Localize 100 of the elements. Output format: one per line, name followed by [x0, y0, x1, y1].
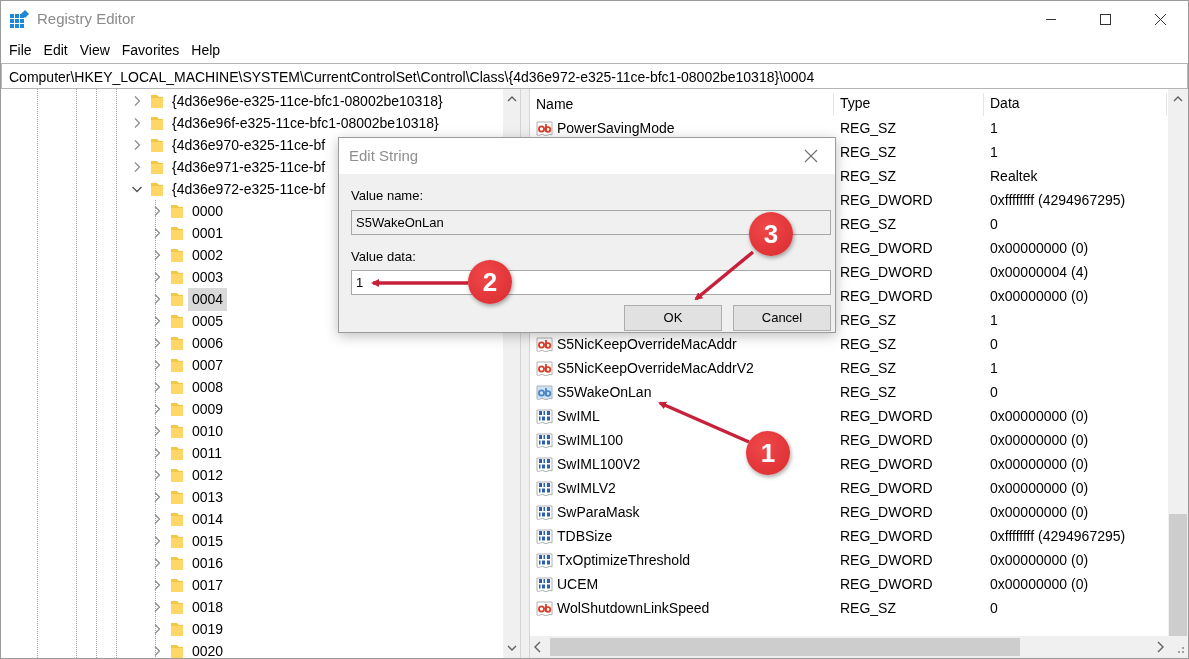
- column-header[interactable]: Data: [984, 93, 1167, 116]
- value-type: REG_SZ: [839, 166, 897, 186]
- tree-item[interactable]: 0007: [188, 353, 228, 377]
- tree-item[interactable]: 0016: [188, 551, 228, 575]
- horizontal-scrollbar[interactable]: [530, 636, 1188, 658]
- tree-item[interactable]: 0013: [188, 485, 228, 509]
- folder-icon: [170, 203, 184, 219]
- tree-item[interactable]: 0000: [188, 199, 228, 223]
- menu-item[interactable]: File: [3, 39, 38, 61]
- tree-item[interactable]: 0020: [188, 639, 228, 658]
- value-name[interactable]: S5WakeOnLan: [557, 381, 652, 403]
- tree-item[interactable]: 0004: [188, 287, 228, 311]
- tree-item[interactable]: {4d36e96e-e325-11ce-bfc1-08002be10318}: [168, 89, 447, 113]
- value-type: REG_DWORD: [839, 262, 934, 282]
- tree-item[interactable]: {4d36e972-e325-11ce-bf: [168, 177, 330, 201]
- tree-item[interactable]: 0002: [188, 243, 228, 267]
- tree-item[interactable]: 0018: [188, 595, 228, 619]
- folder-icon: [170, 423, 184, 439]
- value-name[interactable]: SwIML100: [557, 429, 624, 451]
- tree-item[interactable]: 0008: [188, 375, 228, 399]
- menu-item[interactable]: View: [73, 39, 116, 61]
- value-name[interactable]: S5NicKeepOverrideMacAddr: [557, 333, 737, 355]
- value-name[interactable]: SwIML100V2: [557, 453, 641, 475]
- value-type: REG_DWORD: [839, 550, 934, 570]
- folder-icon: [150, 115, 164, 131]
- value-type: REG_DWORD: [839, 190, 934, 210]
- value-data: 0xffffffff (4294967295): [989, 526, 1127, 546]
- address-bar[interactable]: Computer\HKEY_LOCAL_MACHINE\SYSTEM\CurrentControlSet\Control\Class\{4d36e972-e325-11ce-bfc1-08002be10318}\0004: [1, 63, 1188, 89]
- value-name[interactable]: SwParaMask: [557, 501, 640, 523]
- tree-item[interactable]: {4d36e970-e325-11ce-bf: [168, 133, 330, 157]
- scrollbar-thumb[interactable]: [1169, 514, 1187, 636]
- tree-item[interactable]: 0019: [188, 617, 228, 641]
- tree-item[interactable]: 0014: [188, 507, 228, 531]
- tree-item[interactable]: {4d36e96f-e325-11ce-bfc1-08002be10318}: [168, 111, 443, 135]
- tree-item[interactable]: 0015: [188, 529, 228, 553]
- value-name[interactable]: TDBSize: [557, 525, 613, 547]
- tree-item[interactable]: 0009: [188, 397, 228, 421]
- folder-icon: [170, 489, 184, 505]
- folder-icon: [170, 599, 184, 615]
- value-data: Realtek: [989, 166, 1039, 186]
- cancel-button[interactable]: Cancel: [733, 305, 831, 331]
- scrollbar-thumb[interactable]: [550, 638, 1020, 656]
- value-data: 0: [989, 214, 999, 234]
- value-data: 1: [989, 118, 999, 138]
- value-name[interactable]: SwIMLV2: [557, 477, 616, 499]
- tree-item[interactable]: 0017: [188, 573, 228, 597]
- window-title: Registry Editor: [37, 9, 136, 30]
- folder-icon: [170, 247, 184, 263]
- menu-item[interactable]: Edit: [37, 39, 74, 61]
- column-header[interactable]: Name: [532, 93, 834, 116]
- column-header[interactable]: Type: [834, 93, 984, 116]
- value-data: 0x00000000 (0): [989, 406, 1090, 426]
- ok-button[interactable]: OK: [624, 305, 722, 331]
- minimize-icon: [1045, 19, 1056, 20]
- value-type: REG_SZ: [839, 358, 897, 378]
- folder-icon: [170, 555, 184, 571]
- folder-icon: [170, 313, 184, 329]
- maximize-icon: [1100, 14, 1111, 25]
- folder-icon: [170, 467, 184, 483]
- value-type: REG_SZ: [839, 142, 897, 162]
- value-data: 0x00000000 (0): [989, 286, 1090, 306]
- value-name[interactable]: UCEM: [557, 573, 599, 595]
- value-data: 0x00000004 (4): [989, 262, 1090, 282]
- dialog-title: Edit String: [349, 145, 419, 166]
- folder-icon: [170, 445, 184, 461]
- tree-item[interactable]: 0005: [188, 309, 228, 333]
- tree-item[interactable]: 0010: [188, 419, 228, 443]
- field-label: Value name:: [351, 187, 425, 205]
- tree-item[interactable]: 0001: [188, 221, 228, 245]
- field-label: Value data:: [351, 247, 417, 266]
- value-data: 0x00000000 (0): [989, 478, 1090, 498]
- value-data: 0x00000000 (0): [989, 430, 1090, 450]
- folder-icon: [150, 93, 164, 109]
- folder-icon: [150, 159, 164, 175]
- value-type: REG_SZ: [839, 598, 897, 618]
- tree-item[interactable]: 0012: [188, 463, 228, 487]
- tree-item[interactable]: {4d36e971-e325-11ce-bf: [168, 155, 330, 179]
- folder-icon: [170, 357, 184, 373]
- value-name[interactable]: S5NicKeepOverrideMacAddrV2: [557, 357, 754, 379]
- value-name[interactable]: PowerSavingMode: [557, 117, 675, 139]
- tree-item[interactable]: 0011: [188, 441, 227, 465]
- scrollbar[interactable]: [1168, 89, 1188, 636]
- menu-item[interactable]: Favorites: [115, 39, 186, 61]
- folder-icon: [170, 401, 184, 417]
- value-name[interactable]: TxOptimizeThreshold: [557, 549, 691, 571]
- app-icon: [10, 9, 30, 30]
- value-data: 0: [989, 598, 999, 618]
- value-type: REG_SZ: [839, 118, 897, 138]
- value-name[interactable]: WolShutdownLinkSpeed: [557, 597, 710, 619]
- value-type: REG_DWORD: [839, 406, 934, 426]
- value-type: REG_SZ: [839, 382, 897, 402]
- value-name[interactable]: SwIML: [557, 405, 600, 427]
- folder-icon: [170, 577, 184, 593]
- value-data: 0: [989, 334, 999, 354]
- folder-icon: [170, 291, 184, 307]
- value-type: REG_DWORD: [839, 574, 934, 594]
- value-type: REG_SZ: [839, 310, 897, 330]
- menu-item[interactable]: Help: [185, 39, 227, 61]
- tree-item[interactable]: 0003: [188, 265, 228, 289]
- tree-item[interactable]: 0006: [188, 331, 228, 355]
